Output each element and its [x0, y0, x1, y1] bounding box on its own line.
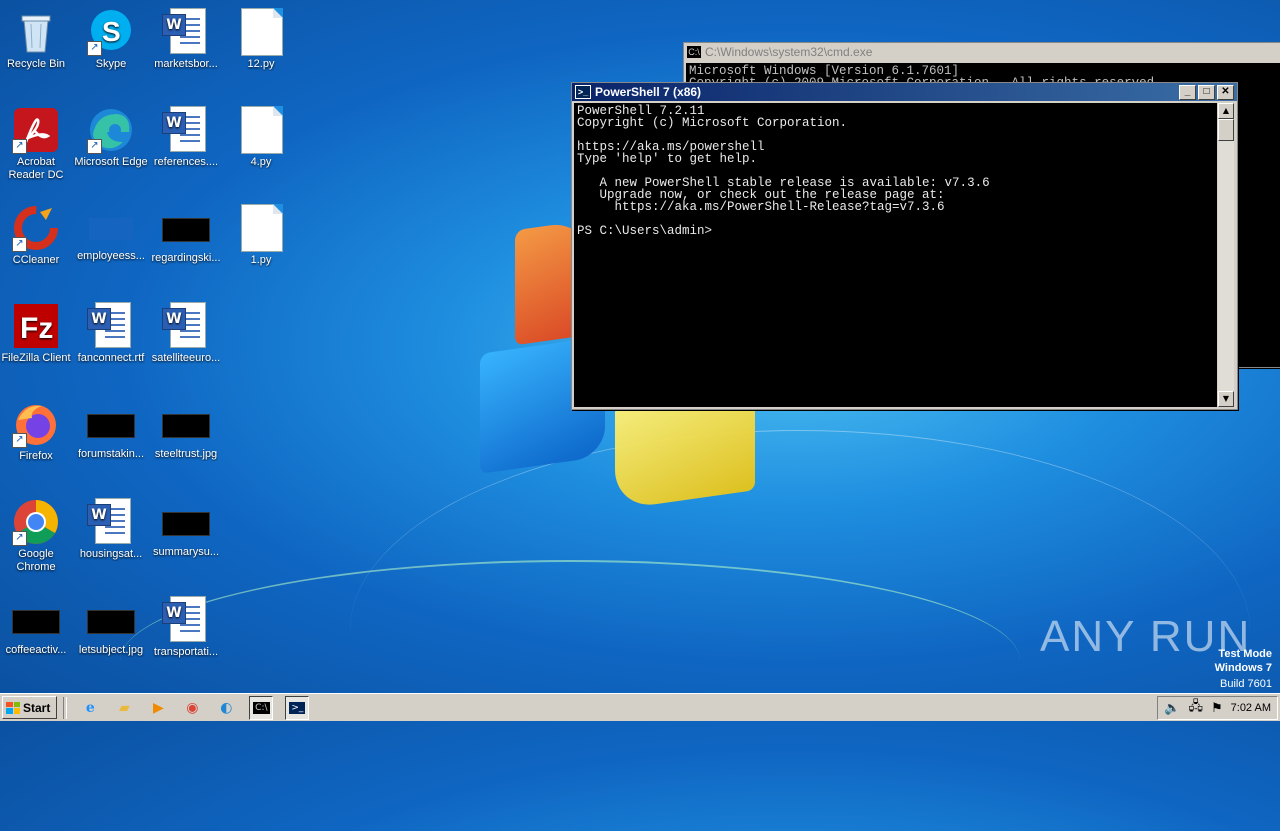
internet-explorer-icon[interactable]: e [79, 697, 101, 719]
test-mode-label: Test Mode [1218, 648, 1272, 660]
powershell-titlebar[interactable]: >_ PowerShell 7 (x86) _ □ ✕ [572, 83, 1237, 101]
start-label: Start [23, 700, 51, 715]
build-label: Build 7601 [1220, 678, 1272, 690]
cmd-icon: C:\ [687, 46, 701, 58]
cmd-titlebar[interactable]: C:\ C:\Windows\system32\cmd.exe [684, 43, 1280, 61]
desktop-icon-firefox[interactable]: ↗ Firefox [0, 400, 74, 463]
word-document-icon: W [162, 596, 206, 642]
desktop-icon-steeltrust[interactable]: steeltrust.jpg [148, 400, 224, 461]
firefox-icon: ↗ [12, 400, 60, 448]
desktop-icon-12py[interactable]: 12.py [223, 8, 299, 71]
edge-icon[interactable]: ◐ [215, 697, 237, 719]
shortcut-arrow-icon: ↗ [12, 531, 27, 546]
desktop-icon-recycle-bin[interactable]: Recycle Bin [0, 8, 74, 71]
file-icon [241, 106, 283, 154]
filezilla-icon: Fz [12, 302, 60, 350]
taskbar: Start e ▰ ▶ ◉ ◐ C:\ >_ 🔈 🖧 ⚑ 7:02 AM [0, 693, 1280, 721]
desktop-icon-4py[interactable]: 4.py [223, 106, 299, 169]
ccleaner-icon: ↗ [12, 204, 60, 252]
action-center-flag-icon[interactable]: ⚑ [1211, 700, 1223, 716]
volume-icon[interactable]: 🔈 [1164, 700, 1180, 716]
powershell-icon[interactable]: >_ [285, 695, 310, 720]
windows-version-label: Windows 7 [1214, 662, 1272, 674]
image-thumbnail-icon [162, 218, 210, 242]
chrome-icon: ↗ [12, 498, 60, 546]
clock[interactable]: 7:02 AM [1231, 702, 1271, 714]
close-button[interactable]: ✕ [1217, 84, 1234, 100]
shortcut-arrow-icon: ↗ [87, 41, 102, 56]
scroll-up-button[interactable]: ▲ [1218, 103, 1234, 119]
start-button[interactable]: Start [2, 696, 58, 719]
console-line: Copyright (c) Microsoft Corporation. [577, 116, 848, 130]
desktop-icon-chrome[interactable]: ↗ Google Chrome [0, 498, 74, 574]
powershell-title: PowerShell 7 (x86) [595, 85, 702, 99]
desktop-icon-letsubject[interactable]: letsubject.jpg [73, 596, 149, 657]
desktop-icon-marketsbor[interactable]: W marketsbor... [148, 8, 224, 71]
taskbar-divider [63, 696, 68, 719]
shortcut-arrow-icon: ↗ [12, 433, 27, 448]
svg-text:Fz: Fz [20, 312, 53, 345]
image-thumbnail-icon [87, 414, 135, 438]
media-player-icon[interactable]: ▶ [147, 697, 169, 719]
minimize-button[interactable]: _ [1179, 84, 1196, 100]
file-icon [241, 204, 283, 252]
powershell-window[interactable]: >_ PowerShell 7 (x86) _ □ ✕ PowerShell 7… [571, 82, 1238, 410]
image-thumbnail-icon [162, 512, 210, 536]
desktop-icon-skype[interactable]: S ↗ Skype [73, 8, 149, 71]
desktop-icon-summarysu[interactable]: summarysu... [148, 498, 224, 559]
desktop-icon-fanconnect[interactable]: W fanconnect.rtf [73, 302, 149, 365]
console-line: Type 'help' to get help. [577, 152, 758, 166]
maximize-button[interactable]: □ [1198, 84, 1215, 100]
windows-logo-icon [6, 701, 20, 714]
image-thumbnail-icon [89, 218, 133, 240]
image-thumbnail-icon [162, 414, 210, 438]
desktop-icon-satelliteeuro[interactable]: W satelliteeuro... [148, 302, 224, 365]
desktop-icon-housingsat[interactable]: W housingsat... [73, 498, 149, 561]
image-thumbnail-icon [12, 610, 60, 634]
desktop-icon-transportati[interactable]: W transportati... [148, 596, 224, 659]
file-icon [241, 8, 283, 56]
word-document-icon: W [87, 498, 131, 544]
cmd-title: C:\Windows\system32\cmd.exe [705, 45, 873, 59]
desktop-icon-coffeeactiv[interactable]: coffeeactiv... [0, 596, 74, 657]
scroll-thumb[interactable] [1218, 119, 1234, 141]
acrobat-icon: ↗ [12, 106, 60, 154]
desktop-icon-edge[interactable]: ↗ Microsoft Edge [73, 106, 149, 169]
console-prompt[interactable]: PS C:\Users\admin> [577, 225, 1214, 238]
desktop-icon-employeess[interactable]: employeess... [73, 204, 149, 263]
wallpaper-swoosh [120, 560, 1020, 762]
word-document-icon: W [162, 106, 206, 152]
word-document-icon: W [162, 8, 206, 54]
desktop-icon-forumstakin[interactable]: forumstakin... [73, 400, 149, 461]
desktop-icon-acrobat[interactable]: ↗ Acrobat Reader DC [0, 106, 74, 182]
image-thumbnail-icon [87, 610, 135, 634]
scroll-down-button[interactable]: ▼ [1218, 391, 1234, 407]
skype-icon: S ↗ [87, 8, 135, 56]
shortcut-arrow-icon: ↗ [12, 237, 27, 252]
powershell-scrollbar[interactable]: ▲ ▼ [1218, 103, 1234, 407]
shortcut-arrow-icon: ↗ [87, 139, 102, 154]
powershell-console[interactable]: PowerShell 7.2.11 Copyright (c) Microsoft… [574, 103, 1217, 407]
system-tray: 🔈 🖧 ⚑ 7:02 AM [1157, 695, 1278, 720]
edge-icon: ↗ [87, 106, 135, 154]
desktop-icon-references[interactable]: W references.... [148, 106, 224, 169]
network-icon[interactable]: 🖧 [1188, 697, 1203, 719]
desktop-icon-1py[interactable]: 1.py [223, 204, 299, 267]
desktop-icon-ccleaner[interactable]: ↗ CCleaner [0, 204, 74, 267]
powershell-icon: >_ [575, 85, 591, 99]
cmd-icon[interactable]: C:\ [249, 695, 274, 720]
desktop-icon-regardingski[interactable]: regardingski... [148, 204, 224, 265]
recycle-bin-icon [12, 8, 60, 56]
word-document-icon: W [162, 302, 206, 348]
chrome-icon[interactable]: ◉ [181, 697, 203, 719]
svg-text:S: S [102, 16, 121, 47]
word-document-icon: W [87, 302, 131, 348]
shortcut-arrow-icon: ↗ [12, 139, 27, 154]
console-line: https://aka.ms/PowerShell-Release?tag=v7… [577, 200, 945, 214]
desktop-icon-filezilla[interactable]: Fz FileZilla Client [0, 302, 74, 365]
folder-icon[interactable]: ▰ [113, 697, 135, 719]
